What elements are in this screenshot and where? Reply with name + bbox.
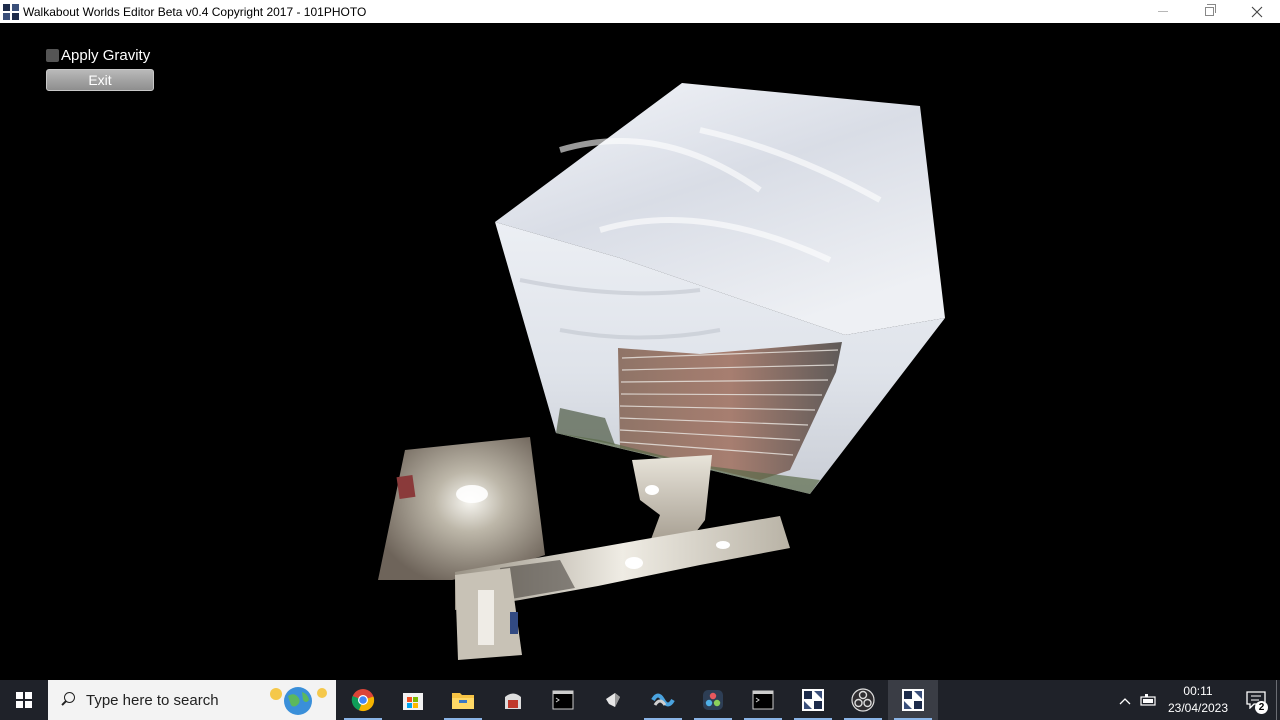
taskbar-app-terminal-2[interactable] — [738, 680, 788, 720]
search-placeholder: Type here to search — [86, 691, 219, 709]
app-icon — [651, 693, 675, 707]
search-icon — [60, 692, 76, 708]
restore-button[interactable] — [1186, 0, 1233, 23]
sky-cube[interactable] — [495, 83, 945, 494]
apply-gravity-checkbox[interactable] — [46, 49, 59, 62]
restore-icon — [1205, 4, 1216, 16]
folder-icon — [452, 693, 474, 709]
windows-logo-icon — [16, 692, 32, 708]
system-tray: 00:11 23/04/2023 2 — [1114, 680, 1280, 720]
search-highlight-earth-icon — [270, 687, 327, 715]
chrome-icon — [351, 689, 375, 712]
room-panorama-1[interactable] — [378, 437, 545, 580]
windows-taskbar: Type here to search 00:11 23/04/2023 2 — [0, 680, 1280, 720]
taskbar-app-chrome[interactable] — [338, 680, 388, 720]
taskbar-app-terminal-1[interactable] — [538, 680, 588, 720]
app-icon — [606, 693, 620, 707]
walkabout-worlds-icon — [802, 689, 824, 711]
show-desktop-button[interactable] — [1276, 680, 1280, 720]
clock-time: 00:11 — [1183, 684, 1213, 698]
taskbar-app-4[interactable] — [488, 680, 538, 720]
notification-count-badge: 2 — [1255, 701, 1268, 714]
davinci-resolve-icon — [703, 690, 723, 710]
room-panorama-2[interactable] — [632, 455, 712, 542]
taskbar-app-7[interactable] — [638, 680, 688, 720]
window-title: Walkabout Worlds Editor Beta v0.4 Copyri… — [23, 4, 367, 19]
3d-viewport[interactable]: Apply Gravity Exit — [0, 23, 1280, 680]
taskbar-app-store[interactable] — [388, 680, 438, 720]
walkabout-worlds-icon — [3, 3, 19, 20]
close-icon — [1251, 6, 1262, 17]
clock-date: 23/04/2023 — [1167, 701, 1229, 715]
network-icon[interactable] — [1136, 680, 1160, 720]
minimize-icon — [1157, 11, 1168, 12]
walkabout-worlds-icon — [902, 689, 924, 711]
exit-button[interactable]: Exit — [46, 69, 154, 91]
system-clock[interactable]: 00:11 23/04/2023 — [1160, 683, 1236, 717]
3d-scene[interactable] — [0, 23, 1280, 680]
terminal-icon — [752, 690, 774, 710]
window-titlebar[interactable]: Walkabout Worlds Editor Beta v0.4 Copyri… — [0, 0, 1280, 23]
notifications-button[interactable]: 2 — [1236, 680, 1276, 720]
taskbar-app-obs[interactable] — [838, 680, 888, 720]
app-icon — [505, 693, 521, 709]
microsoft-store-icon — [403, 693, 423, 710]
taskbar-app-file-explorer[interactable] — [438, 680, 488, 720]
apply-gravity-label: Apply Gravity — [61, 47, 151, 64]
close-button[interactable] — [1233, 0, 1280, 23]
terminal-icon — [552, 690, 574, 710]
start-button[interactable] — [0, 680, 48, 720]
taskbar-app-walkabout-2[interactable] — [888, 680, 938, 720]
taskbar-app-list — [338, 680, 938, 720]
apply-gravity-toggle[interactable]: Apply Gravity — [46, 47, 150, 64]
taskbar-app-walkabout-1[interactable] — [788, 680, 838, 720]
window-controls — [1139, 0, 1280, 23]
chevron-up-icon[interactable] — [1114, 693, 1136, 708]
taskbar-app-davinci[interactable] — [688, 680, 738, 720]
minimize-button[interactable] — [1139, 0, 1186, 23]
taskbar-app-6[interactable] — [588, 680, 638, 720]
taskbar-search-box[interactable]: Type here to search — [48, 680, 336, 720]
obs-icon — [851, 688, 875, 712]
